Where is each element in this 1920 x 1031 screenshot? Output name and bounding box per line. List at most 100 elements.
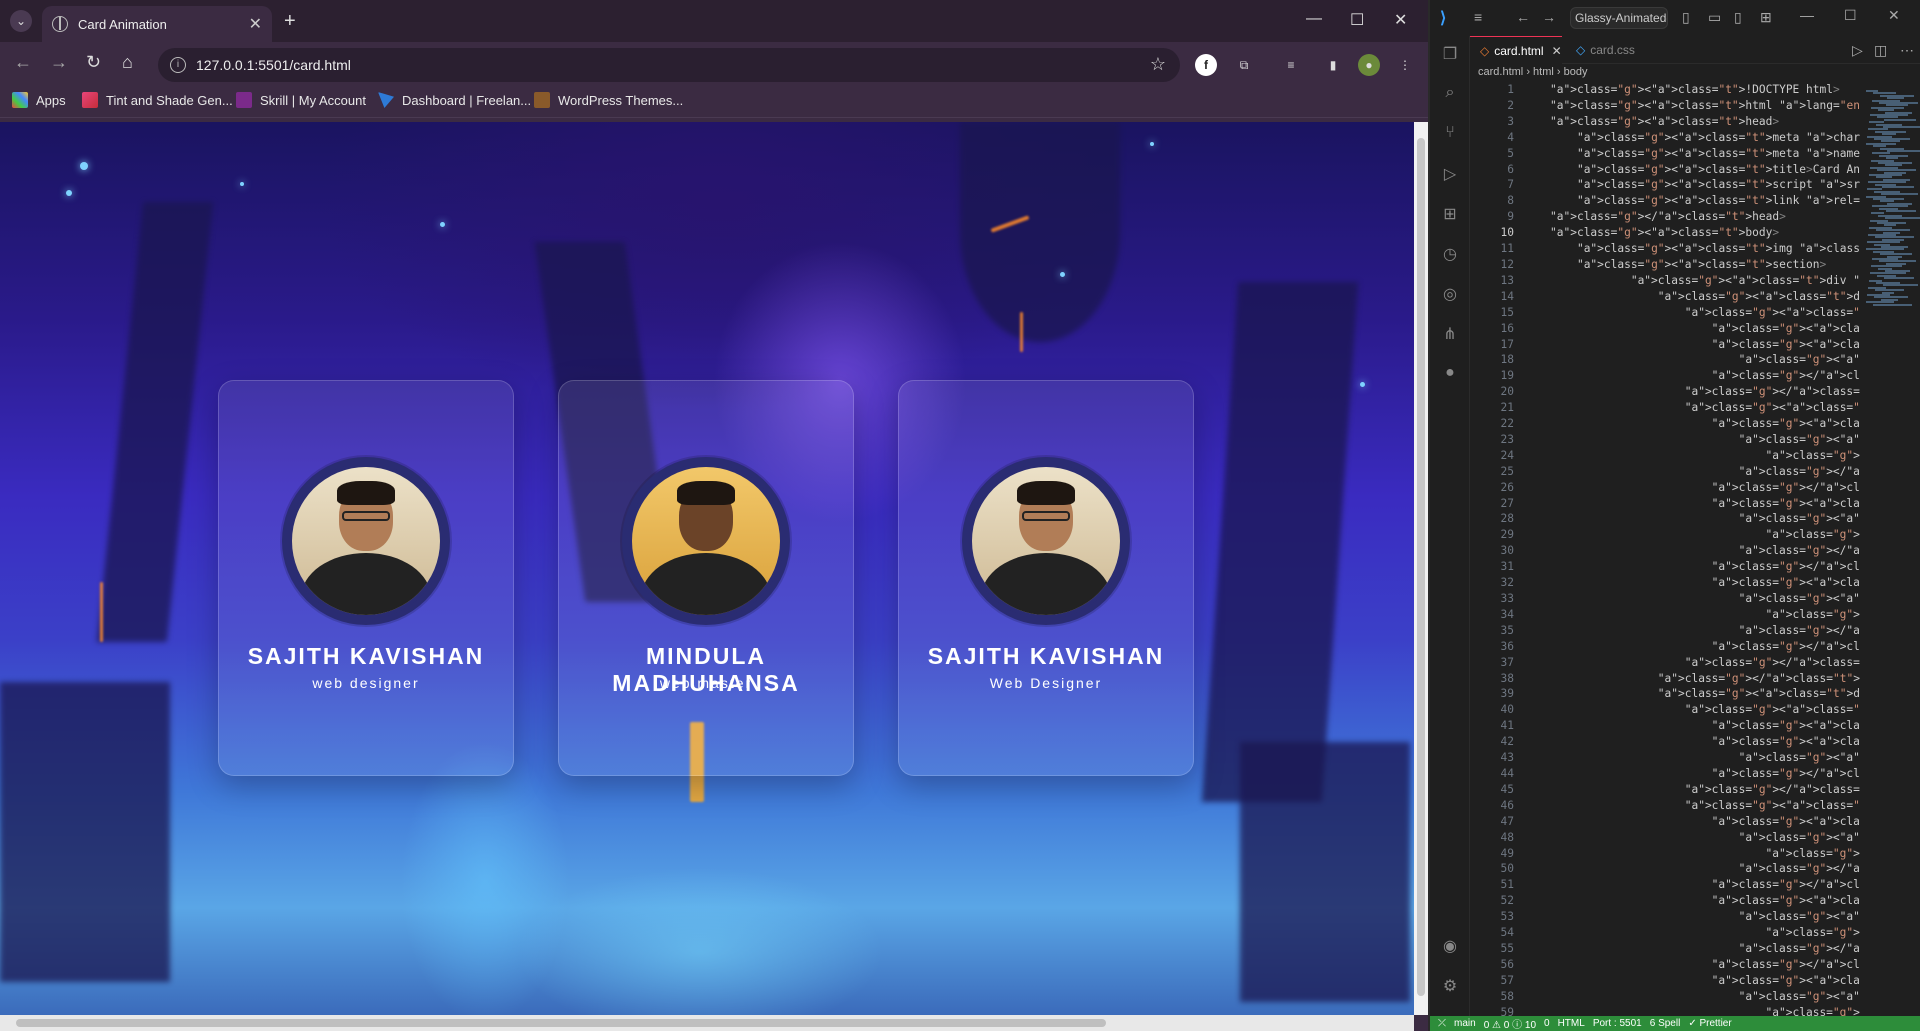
maximize-icon[interactable]: ☐ (1844, 7, 1857, 24)
site-info-icon[interactable]: i (170, 57, 186, 73)
problems-count[interactable]: 0 ⚠ 0 ⓘ 10 (1484, 1016, 1536, 1031)
code-line: "a">class="g"><"a">class="t">div "a">cla… (1711, 321, 1860, 335)
minimize-icon[interactable]: — (1306, 10, 1322, 28)
bookmark-apps[interactable]: Apps (12, 92, 66, 108)
breadcrumb-item[interactable]: html (1533, 66, 1554, 78)
code-line: "a">class="g"></"a">class="t">head> (1550, 210, 1786, 224)
maximize-icon[interactable]: ☐ (1350, 10, 1364, 30)
bookmark-dashboard[interactable]: Dashboard | Freelan... (378, 92, 531, 108)
line-number: 22 (1500, 417, 1514, 431)
more-actions-icon[interactable]: ⋯ (1900, 42, 1914, 59)
run-icon[interactable]: ▷ (1852, 42, 1863, 59)
source-control-icon[interactable]: ⑂ (1440, 124, 1460, 144)
profile-card[interactable]: MINDULA MADHUHANSA web master (558, 380, 854, 776)
code-line: "a">class="g"><"a">class="t">a "a">href=… (1738, 910, 1860, 924)
forward-icon[interactable]: → (50, 52, 68, 73)
explorer-icon[interactable]: ❐ (1440, 44, 1460, 64)
bookmark-label: Apps (36, 92, 66, 108)
spell-check[interactable]: 6 Spell (1650, 1018, 1681, 1029)
search-icon[interactable]: ⌕ (1440, 84, 1460, 104)
new-tab-button[interactable]: + (284, 10, 296, 33)
git-branch[interactable]: main (1454, 1018, 1476, 1029)
back-icon[interactable]: ← (1516, 9, 1530, 25)
code-line: "a">class="g"><"a">class="t">li "a">styl… (1711, 496, 1860, 510)
extensions-icon[interactable]: ⧉ (1233, 54, 1255, 76)
profile-card[interactable]: SAJITH KAVISHAN Web Designer (898, 380, 1194, 776)
breadcrumb-item[interactable]: body (1564, 66, 1588, 78)
reload-icon[interactable]: ↻ (86, 52, 101, 73)
line-number: 4 (1507, 130, 1514, 144)
toggle-sidebar-icon[interactable]: ▯ (1682, 9, 1690, 26)
line-number: 39 (1500, 687, 1514, 701)
side-panel-icon[interactable]: ▮ (1322, 54, 1344, 76)
line-number: 19 (1500, 369, 1514, 383)
menu-icon[interactable]: ⋮ (1394, 54, 1416, 76)
tab-search-icon[interactable]: ⌄ (10, 10, 32, 32)
remote-indicator-icon[interactable]: ⤫ (1438, 1018, 1446, 1029)
code-line: "a">class="g"><"a">class="t">li "a">styl… (1711, 973, 1860, 987)
home-icon[interactable]: ⌂ (122, 52, 133, 73)
address-bar[interactable]: i 127.0.0.1:5501/card.html ☆ (158, 48, 1180, 82)
code-line: "a">class="g"><"a">class="t">i "a">class… (1765, 448, 1860, 462)
line-number: 13 (1500, 273, 1514, 287)
code-line: "a">class="g"><"a">class="t">script "a">… (1576, 178, 1860, 192)
vertical-scrollbar[interactable] (1414, 122, 1428, 1015)
account-icon[interactable]: ◉ (1440, 936, 1460, 956)
extension-f-icon[interactable]: f (1195, 54, 1217, 76)
bg-sparkle (80, 162, 88, 170)
apps-grid-icon (12, 92, 28, 108)
minimap[interactable] (1860, 82, 1920, 382)
command-center-search[interactable]: Glassy-Animated-C (1570, 7, 1668, 29)
line-number: 36 (1500, 639, 1514, 653)
forward-icon[interactable]: → (1542, 9, 1556, 25)
remote-icon[interactable]: ◎ (1440, 284, 1460, 304)
git-graph-icon[interactable]: ⋔ (1440, 324, 1460, 344)
run-debug-icon[interactable]: ▷ (1440, 164, 1460, 184)
layout-icon[interactable]: ⊞ (1760, 9, 1772, 26)
toggle-secondary-sidebar-icon[interactable]: ▯ (1734, 9, 1742, 26)
bg-sparkle (1150, 142, 1154, 146)
bookmark-wordpress-themes[interactable]: WordPress Themes... (534, 92, 683, 108)
minimize-icon[interactable]: — (1800, 7, 1814, 23)
code-line: "a">class="g"><"a">class="t">title>Card … (1576, 162, 1860, 176)
bookmark-star-icon[interactable]: ☆ (1150, 54, 1166, 75)
browser-tab[interactable]: Card Animation ✕ (42, 6, 272, 42)
line-numbers: 1 2 3 4 5 6 7 8 9 10 11 12 13 14 15 16 17 18 19 20 21 22 23 24 2… (1470, 82, 1514, 1016)
minimap-line (1887, 150, 1920, 152)
line-number: 29 (1500, 528, 1514, 542)
code-line: "a">class="g"></"a">class="t">a> (1738, 941, 1860, 955)
code-line: "a">class="g"></"a">class="t">div> (1684, 782, 1860, 796)
toggle-panel-icon[interactable]: ▭ (1708, 9, 1721, 26)
ports-count[interactable]: 0 (1544, 1018, 1550, 1029)
media-icon[interactable]: ≡ (1280, 54, 1302, 76)
close-window-icon[interactable]: ✕ (1394, 10, 1407, 30)
back-icon[interactable]: ← (14, 52, 32, 73)
settings-gear-icon[interactable]: ⚙ (1440, 976, 1460, 996)
code-line: "a">class="g"><"a">class="t">link "a">re… (1576, 194, 1860, 208)
timeline-icon[interactable]: ◷ (1440, 244, 1460, 264)
live-server-port[interactable]: Port : 5501 (1593, 1018, 1642, 1029)
prettier-status[interactable]: ✓ Prettier (1688, 1018, 1731, 1029)
bookmark-skrill[interactable]: Skrill | My Account (236, 92, 366, 108)
code-line: "a">class="g"></"a">class="t">a> (1738, 862, 1860, 876)
code-line: "a">class="g"><"a">class="t">head> (1550, 114, 1780, 128)
tab-card-css[interactable]: ◇ card.css (1566, 36, 1645, 64)
tab-card-html[interactable]: ◇ card.html ✕ (1470, 36, 1562, 64)
code-editor[interactable]: 1 2 3 4 5 6 7 8 9 10 11 12 13 14 15 16 17 18 19 20 21 22 23 24 2… (1470, 82, 1920, 1016)
close-window-icon[interactable]: ✕ (1888, 7, 1900, 24)
bookmark-tint-shade[interactable]: Tint and Shade Gen... (82, 92, 233, 108)
profile-card[interactable]: SAJITH KAVISHAN web designer (218, 380, 514, 776)
split-editor-icon[interactable]: ◫ (1874, 42, 1887, 59)
horizontal-scrollbar[interactable] (0, 1015, 1414, 1031)
github-icon[interactable]: ● (1440, 364, 1460, 384)
language-mode[interactable]: HTML (1558, 1018, 1585, 1029)
breadcrumb-item[interactable]: card.html (1478, 66, 1523, 78)
profile-avatar[interactable]: ● (1358, 54, 1380, 76)
code-content[interactable]: "a">class="g"><"a">class="t">!DOCTYPE ht… (1550, 82, 1860, 1016)
code-line: "a">class="g"><"a">class="t">a "a">href=… (1738, 989, 1860, 1003)
menu-icon[interactable]: ≡ (1474, 9, 1482, 25)
minimap-line (1884, 118, 1916, 121)
close-tab-icon[interactable]: ✕ (249, 14, 262, 34)
extensions-icon[interactable]: ⊞ (1440, 204, 1460, 224)
close-tab-icon[interactable]: ✕ (1552, 44, 1562, 58)
